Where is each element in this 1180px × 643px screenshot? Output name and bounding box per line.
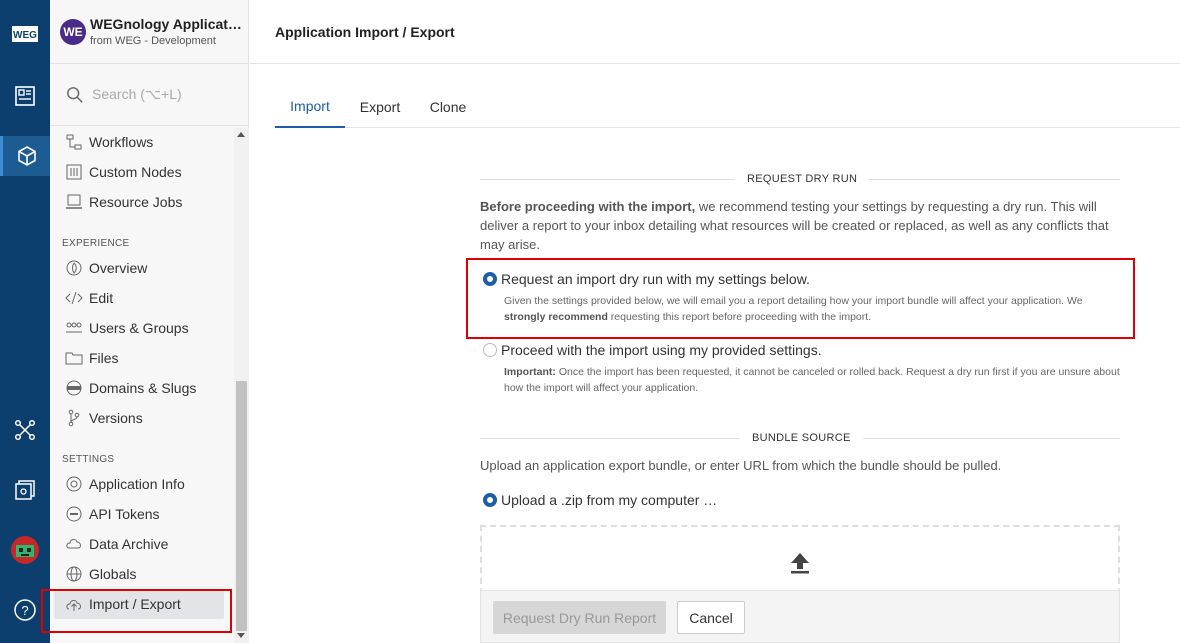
gear-icon	[64, 474, 84, 494]
applications-cube-icon[interactable]	[0, 136, 50, 176]
dashboard-icon[interactable]	[0, 76, 50, 116]
search-icon	[67, 86, 83, 103]
sidebar-nav: Workflows Custom Nodes Resource Jobs EXP…	[50, 127, 234, 619]
helper-bold: Important:	[504, 366, 556, 378]
sidebar-item-resource-jobs[interactable]: Resource Jobs	[50, 187, 234, 217]
resource-jobs-icon	[64, 192, 84, 212]
users-icon	[64, 318, 84, 338]
radio-label: Upload a .zip from my computer …	[501, 492, 718, 508]
global-nav-rail: WEG ?	[0, 0, 50, 643]
overview-icon	[64, 258, 84, 278]
svg-text:WEG: WEG	[13, 30, 37, 41]
sidebar-item-users-groups[interactable]: Users & Groups	[50, 313, 234, 343]
upload-arrow-icon	[791, 553, 809, 574]
radio-proceed-helper: Important: Once the import has been requ…	[504, 364, 1124, 396]
sidebar-item-label: API Tokens	[89, 506, 160, 522]
sidebar-search[interactable]: Search (⌥+L)	[50, 64, 248, 126]
weg-logo[interactable]: WEG	[0, 14, 50, 54]
sidebar-item-label: Data Archive	[89, 536, 169, 552]
bundle-intro: Upload an application export bundle, or …	[480, 458, 1002, 473]
devices-stack-icon[interactable]	[0, 470, 50, 510]
sidebar-item-application-info[interactable]: Application Info	[50, 469, 234, 499]
app-name: WEGnology Applicati…	[90, 16, 245, 32]
sidebar-item-label: Files	[89, 350, 119, 366]
globe-www-icon	[64, 378, 84, 398]
radio-upload-zip[interactable]: Upload a .zip from my computer …	[483, 492, 717, 508]
app-sidebar: WE WEGnology Applicati… from WEG - Devel…	[50, 0, 249, 643]
nav-section-settings: SETTINGS	[62, 454, 115, 465]
code-edit-icon	[64, 288, 84, 308]
section-label-bundle-source: BUNDLE SOURCE	[740, 432, 863, 444]
sidebar-item-data-archive[interactable]: Data Archive	[50, 529, 234, 559]
sidebar-item-edit[interactable]: Edit	[50, 283, 234, 313]
sidebar-item-label: Resource Jobs	[89, 194, 183, 210]
sidebar-item-label: Edit	[89, 290, 114, 306]
workflow-icon	[64, 132, 84, 152]
tab-clone[interactable]: Clone	[420, 85, 476, 128]
form-footer: Request Dry Run Report Cancel	[480, 590, 1120, 643]
dry-run-intro: Before proceeding with the import, we re…	[480, 197, 1125, 254]
highlight-box-import-export	[41, 589, 232, 633]
radio-button-selected[interactable]	[483, 493, 497, 507]
tab-import[interactable]: Import	[275, 85, 345, 128]
dry-run-intro-bold: Before proceeding with the import,	[480, 199, 696, 214]
api-token-icon	[64, 504, 84, 524]
cloud-archive-icon	[64, 534, 84, 554]
scroll-up-arrow-icon[interactable]	[237, 132, 245, 137]
globe-icon	[64, 564, 84, 584]
sidebar-item-versions[interactable]: Versions	[50, 403, 234, 433]
radio-button-unselected[interactable]	[483, 343, 497, 357]
user-avatar[interactable]	[0, 530, 50, 570]
sidebar-item-label: Custom Nodes	[89, 164, 182, 180]
sidebar-item-label: Users & Groups	[89, 320, 189, 336]
sidebar-item-label: Application Info	[89, 476, 185, 492]
svg-text:?: ?	[21, 603, 28, 618]
highlight-box-dry-run	[466, 258, 1135, 339]
sidebar-item-globals[interactable]: Globals	[50, 559, 234, 589]
sidebar-item-label: Globals	[89, 566, 137, 582]
sidebar-item-api-tokens[interactable]: API Tokens	[50, 499, 234, 529]
radio-proceed[interactable]: Proceed with the import using my provide…	[483, 342, 822, 358]
request-dry-run-button[interactable]: Request Dry Run Report	[493, 601, 666, 634]
sidebar-item-custom-nodes[interactable]: Custom Nodes	[50, 157, 234, 187]
search-input[interactable]: Search (⌥+L)	[92, 86, 182, 103]
nav-section-experience: EXPERIENCE	[62, 238, 130, 249]
page-title: Application Import / Export	[250, 0, 1180, 64]
tab-bar: Import Export Clone	[275, 85, 1180, 128]
sidebar-item-label: Overview	[89, 260, 148, 276]
sidebar-item-domains-slugs[interactable]: Domains & Slugs	[50, 373, 234, 403]
branch-icon	[64, 408, 84, 428]
sidebar-item-overview[interactable]: Overview	[50, 253, 234, 283]
app-org: from WEG - Development	[90, 35, 216, 47]
folder-icon	[64, 348, 84, 368]
tab-export[interactable]: Export	[350, 85, 410, 128]
custom-nodes-icon	[64, 162, 84, 182]
sidebar-item-label: Workflows	[89, 134, 154, 150]
helper-text: Once the import has been requested, it c…	[504, 366, 1120, 394]
app-switcher[interactable]: WE WEGnology Applicati… from WEG - Devel…	[50, 0, 248, 64]
network-icon[interactable]	[0, 410, 50, 450]
sidebar-scrollbar-thumb[interactable]	[236, 381, 247, 631]
section-label-dry-run: REQUEST DRY RUN	[735, 173, 870, 185]
sidebar-item-label: Domains & Slugs	[89, 380, 197, 396]
app-avatar: WE	[60, 18, 86, 45]
scroll-down-arrow-icon[interactable]	[237, 633, 245, 638]
sidebar-item-label: Versions	[89, 410, 143, 426]
sidebar-item-files[interactable]: Files	[50, 343, 234, 373]
cancel-button[interactable]: Cancel	[677, 601, 745, 634]
radio-label: Proceed with the import using my provide…	[501, 342, 822, 358]
sidebar-item-workflows[interactable]: Workflows	[50, 127, 234, 157]
